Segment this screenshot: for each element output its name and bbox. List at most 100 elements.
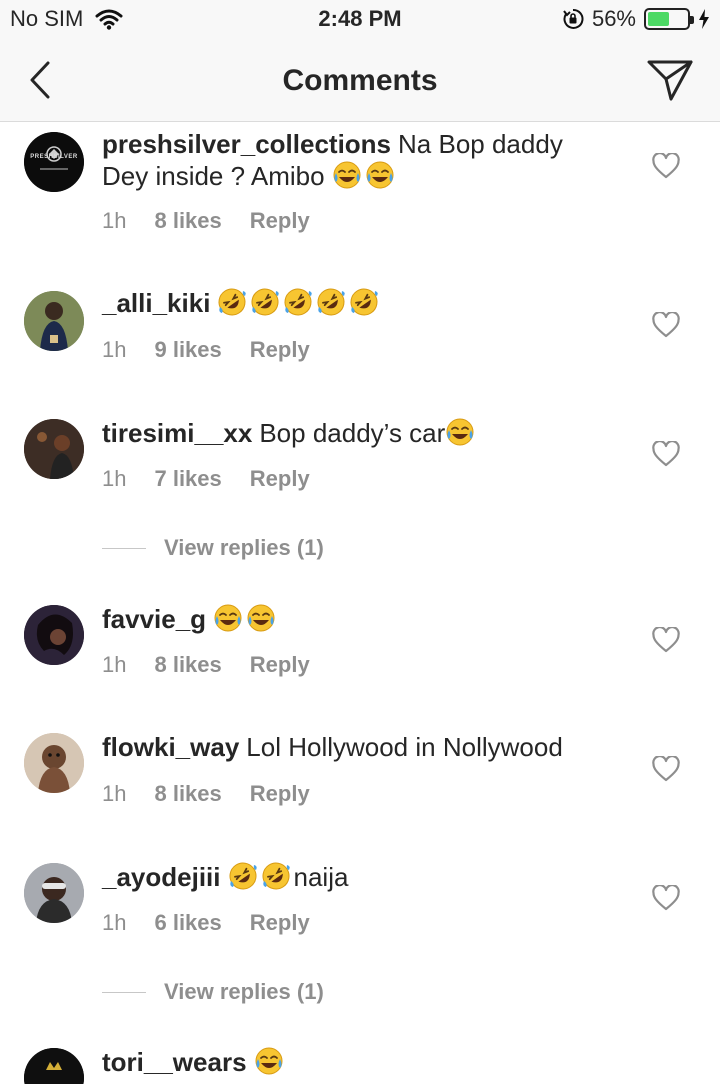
comment-time: 1h (102, 466, 127, 491)
battery-cap (690, 16, 694, 24)
comment-text-content: Lol Hollywood in Nollywood (246, 732, 563, 762)
avatar-photo-icon (24, 419, 84, 479)
status-bar: No SIM 2:48 PM 56% (0, 0, 720, 40)
rofl-emoji-icon (262, 862, 290, 890)
heart-icon[interactable] (652, 756, 680, 782)
avatar-photo-icon (24, 291, 84, 351)
tears-of-joy-emoji-icon (214, 604, 242, 632)
comment-text: flowki_way Lol Hollywood in Nollywood (102, 732, 622, 763)
view-replies-label: View replies (1) (164, 535, 324, 560)
comment-meta: 1h 6 likes Reply (102, 910, 310, 936)
comment-time: 1h (102, 208, 127, 233)
comment-item: _alli_kiki 1h 9 likes Reply (0, 273, 720, 403)
view-replies-button[interactable]: View replies (1) (102, 535, 324, 561)
tears-of-joy-emoji-icon (446, 418, 474, 446)
comment-likes[interactable]: 6 likes (154, 910, 221, 936)
comment-text: preshsilver_collections Na Bop daddy Dey … (102, 129, 622, 192)
reply-button[interactable]: Reply (250, 781, 310, 807)
battery-level-fill (648, 12, 670, 26)
comment-text: _alli_kiki (102, 287, 622, 319)
avatar[interactable] (24, 1048, 84, 1084)
avatar[interactable] (24, 605, 84, 665)
emoji-group (213, 604, 279, 634)
view-replies-divider (102, 991, 146, 993)
heart-icon[interactable] (652, 312, 680, 338)
tears-of-joy-emoji-icon (247, 604, 275, 632)
comment-time: 1h (102, 337, 127, 362)
view-replies-label: View replies (1) (164, 979, 324, 1004)
avatar[interactable] (24, 733, 84, 793)
comment-text-content: Bop daddy’s car (259, 418, 446, 448)
emoji-group (217, 288, 382, 318)
comment-time: 1h (102, 910, 127, 935)
comment-likes[interactable]: 9 likes (154, 337, 221, 363)
comment-item: tiresimi__xx Bop daddy’s car 1h 7 likes R… (0, 403, 720, 603)
comment-text: tiresimi__xx Bop daddy’s car (102, 417, 622, 449)
rofl-emoji-icon (284, 288, 313, 316)
avatar[interactable]: PRESHSILVER (24, 132, 84, 192)
view-replies-button[interactable]: View replies (1) (102, 979, 324, 1005)
comments-list[interactable]: PRESHSILVER preshsilver_collections Na Bo… (0, 123, 720, 1084)
avatar-logo-text: PRESHSILVER (30, 154, 78, 160)
comment-item: PRESHSILVER preshsilver_collections Na Bo… (0, 123, 720, 273)
comment-text: favvie_g (102, 603, 622, 635)
comment-likes[interactable]: 8 likes (154, 781, 221, 807)
page-title: Comments (282, 64, 438, 97)
comment-meta: 1h 8 likes Reply (102, 208, 310, 234)
reply-button[interactable]: Reply (250, 466, 310, 492)
emoji-group (445, 418, 478, 448)
reply-button[interactable]: Reply (250, 208, 310, 234)
emoji-group (254, 1047, 287, 1077)
rofl-emoji-icon (317, 288, 346, 316)
comment-text-line2: Dey inside ? Amibo (102, 161, 325, 191)
comment-username[interactable]: _ayodejiii (102, 862, 221, 892)
comment-item: tori__wears (0, 1045, 720, 1084)
comment-username[interactable]: _alli_kiki (102, 288, 210, 318)
reply-button[interactable]: Reply (250, 337, 310, 363)
comment-item: _ayodejiii naija 1h 6 likes Reply View re… (0, 860, 720, 1050)
paper-plane-icon (647, 60, 693, 101)
comment-time: 1h (102, 652, 127, 677)
comment-meta: 1h 7 likes Reply (102, 466, 310, 492)
comment-likes[interactable]: 8 likes (154, 652, 221, 678)
avatar[interactable] (24, 419, 84, 479)
comment-username[interactable]: favvie_g (102, 604, 206, 634)
avatar-photo-icon (24, 605, 84, 665)
comment-item: flowki_way Lol Hollywood in Nollywood 1h … (0, 732, 720, 863)
rofl-emoji-icon (229, 862, 257, 890)
comment-meta: 1h 9 likes Reply (102, 337, 310, 363)
heart-icon[interactable] (652, 153, 680, 179)
battery-percent: 56% (591, 6, 636, 31)
heart-icon[interactable] (652, 627, 680, 653)
comment-text: _ayodejiii naija (102, 861, 622, 893)
status-right: 56% (562, 6, 710, 32)
reply-button[interactable]: Reply (250, 910, 310, 936)
avatar-photo-icon (24, 733, 84, 793)
comment-username[interactable]: tiresimi__xx (102, 418, 252, 448)
comment-meta: 1h 8 likes Reply (102, 652, 310, 678)
orientation-lock-icon (563, 8, 584, 29)
comment-item: favvie_g 1h 8 likes Reply (0, 603, 720, 733)
comment-likes[interactable]: 7 likes (154, 466, 221, 492)
comment-username[interactable]: preshsilver_collections (102, 129, 391, 159)
avatar[interactable] (24, 291, 84, 351)
comment-username[interactable]: flowki_way (102, 732, 239, 762)
heart-icon[interactable] (652, 885, 680, 911)
tears-of-joy-emoji-icon (255, 1047, 283, 1075)
emoji-group (332, 161, 398, 191)
tears-of-joy-emoji-icon (366, 161, 394, 189)
rofl-emoji-icon (251, 288, 280, 316)
tears-of-joy-emoji-icon (333, 161, 361, 189)
comment-likes[interactable]: 8 likes (154, 208, 221, 234)
avatar[interactable] (24, 863, 84, 923)
battery-icon (644, 8, 694, 30)
avatar-crown-logo-icon (24, 1048, 84, 1084)
comment-username[interactable]: tori__wears (102, 1047, 247, 1077)
rofl-emoji-icon (350, 288, 379, 316)
reply-button[interactable]: Reply (250, 652, 310, 678)
heart-icon[interactable] (652, 441, 680, 467)
comment-text-content: naija (293, 862, 349, 892)
comment-text-line1: Na Bop daddy (398, 129, 563, 159)
emoji-group (228, 862, 294, 892)
share-button[interactable] (644, 56, 696, 104)
